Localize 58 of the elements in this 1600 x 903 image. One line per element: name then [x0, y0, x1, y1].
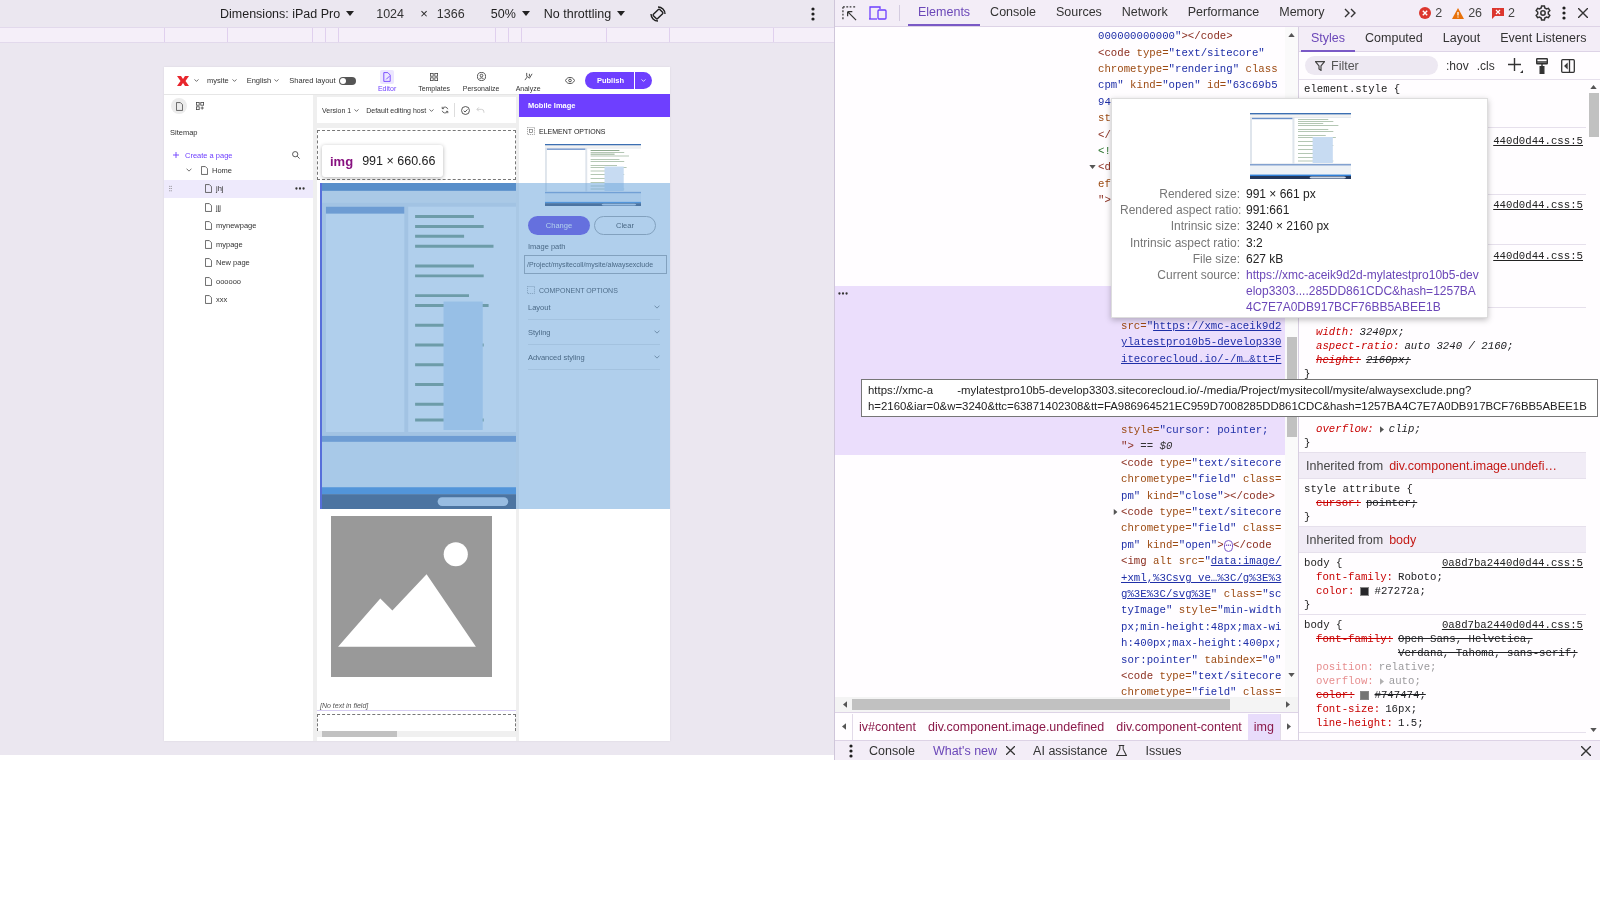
code-line: chrometype="field" class=	[1121, 685, 1282, 697]
info-label: Current source:	[1156, 267, 1240, 284]
code-line: 94	[1098, 94, 1111, 109]
code-line: "> == $0	[1121, 439, 1173, 454]
inherited-label: Inherited from	[1306, 532, 1384, 547]
info-value: 627 kB	[1246, 250, 1285, 267]
closing-brace: }	[1303, 436, 1312, 450]
css-selector: style attribute {	[1304, 482, 1414, 496]
code-line: sor:pointer" tabindex="0"	[1121, 652, 1282, 667]
error-count: 2	[1435, 6, 1443, 20]
code-line: pm" kind="open"> ⋯ </code	[1121, 537, 1272, 552]
code-line: px;min-height:48px;max-wi	[1121, 619, 1282, 634]
tag-name: img	[330, 153, 354, 169]
url-text: https://xmc-a	[868, 383, 934, 398]
closing-brace: }	[1303, 367, 1312, 381]
code-line: st	[1098, 111, 1111, 126]
element-size: 991 × 660.66	[362, 154, 436, 168]
css-selector: element.style {	[1304, 82, 1401, 96]
url-text: -mylatestpro10b5-develop3303.sitecorecloud.io/-/media/Project/mysitecoll/mysite/alwaysexclude.png?	[957, 383, 1472, 398]
info-label: Rendered size:	[1158, 186, 1240, 203]
code-line: tyImage" style="min-width	[1121, 603, 1282, 618]
code-line: <code type="text/sitecore"	[1098, 45, 1265, 60]
css-selector: body {	[1304, 556, 1343, 570]
inherited-label: Inherited from	[1306, 458, 1384, 473]
code-line: style="cursor: pointer;	[1121, 423, 1269, 438]
code-line: chrometype="rendering" class	[1098, 61, 1278, 76]
info-label: File size:	[1191, 250, 1240, 267]
closing-brace: }	[1303, 598, 1312, 612]
info-label: Rendered aspect ratio:	[1120, 202, 1240, 219]
code-line: 000000000000"></code>	[1098, 29, 1233, 44]
info-label: Intrinsic size:	[1169, 218, 1240, 235]
code-line: g%3E%3C/svg%3E" class="sc	[1121, 586, 1282, 601]
info-value: 991:661	[1246, 202, 1291, 219]
code-line: <img alt src="data:image/	[1121, 554, 1282, 569]
info-label: Intrinsic aspect ratio:	[1128, 234, 1240, 251]
info-value: 991 × 661 px	[1246, 186, 1317, 203]
times-sign: ×	[420, 6, 428, 21]
code-line: <!	[1098, 143, 1111, 158]
code-line: <code type="text/sitecore	[1121, 505, 1282, 519]
code-line: src="https://xmc-aceik9d2	[1121, 318, 1282, 333]
issue-count: 2	[1508, 6, 1515, 20]
closing-brace: }	[1303, 510, 1312, 524]
code-line: <d	[1098, 160, 1111, 175]
code-line: ef	[1098, 176, 1111, 191]
code-line: h:400px;max-height:400px;	[1121, 636, 1282, 651]
code-line: cpm" kind="open" id="63c69b5	[1098, 78, 1278, 93]
warning-count: 26	[1468, 6, 1483, 20]
url-text: h=2160&iar=0&w=3240&ttc=63871402308&tt=FA986964521EC959D7008285DD861CDC&hash=1257BA4C7E7A0DB917BCF76BB5ABEE1B	[868, 399, 1587, 414]
code-line: ">	[1098, 193, 1111, 208]
code-line: </	[1098, 127, 1111, 142]
code-line: chrometype="field" class=	[1121, 472, 1282, 487]
code-line: chrometype="field" class=	[1121, 521, 1282, 536]
info-value: 3240 × 2160 px	[1246, 218, 1331, 235]
css-selector: body {	[1304, 618, 1343, 632]
code-line: <code type="text/sitecore	[1121, 455, 1282, 470]
code-line: pm" kind="close"></code>	[1121, 488, 1275, 503]
info-value: 3:2	[1246, 234, 1264, 251]
code-line: <code type="text/sitecore	[1121, 668, 1282, 683]
